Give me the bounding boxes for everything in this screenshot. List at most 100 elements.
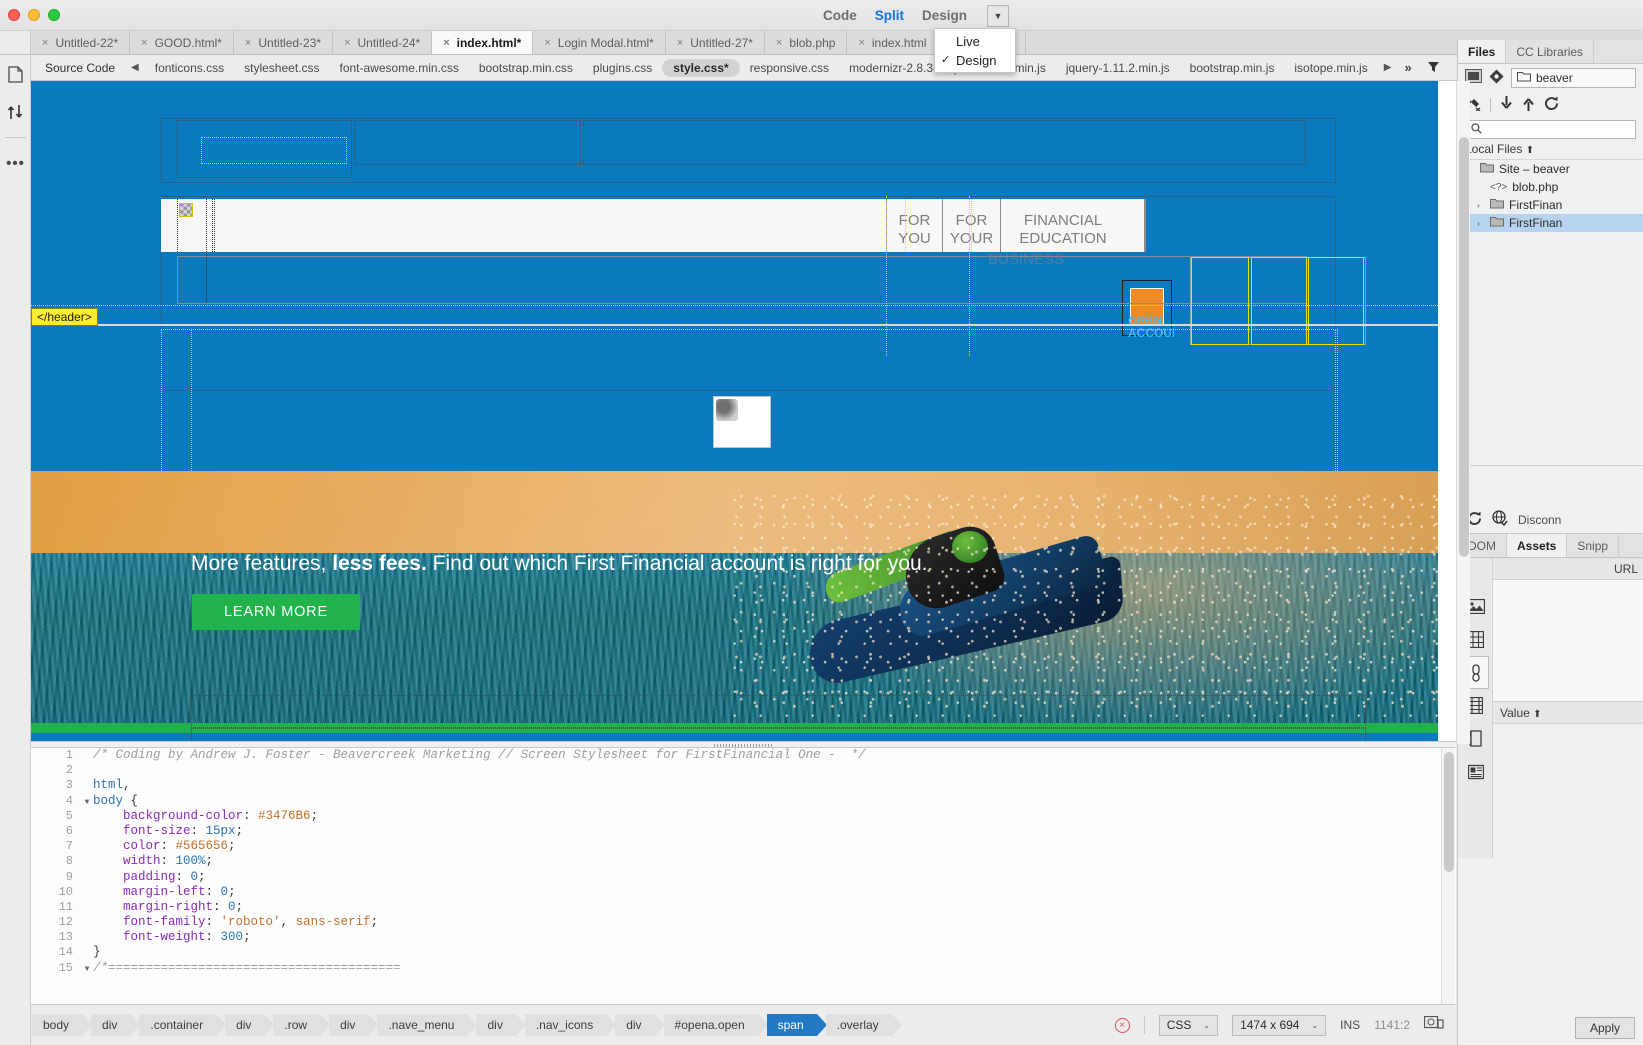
git-icon[interactable] bbox=[1489, 69, 1504, 87]
view-mode-dropdown-menu[interactable]: Live ✓ Design bbox=[934, 28, 1016, 73]
doc-tab-blob-php[interactable]: × blob.php bbox=[764, 31, 848, 54]
breadcrumb-item[interactable]: .nav_icons bbox=[524, 1014, 617, 1036]
document-type-select[interactable]: CSS ⌄ bbox=[1158, 1014, 1219, 1036]
view-mode-design[interactable]: Design bbox=[922, 8, 967, 23]
code-line[interactable]: 2 bbox=[31, 763, 1439, 778]
window-close-button[interactable] bbox=[8, 9, 20, 21]
view-mode-split[interactable]: Split bbox=[875, 8, 904, 23]
panel-tab-snippets[interactable]: Snipp bbox=[1567, 534, 1620, 557]
local-files-tree[interactable]: ⌄Site – beaver <?> blob.php › FirstFinan › Fir… bbox=[1458, 160, 1643, 232]
close-icon[interactable]: × bbox=[858, 37, 864, 49]
close-icon[interactable]: × bbox=[677, 37, 683, 49]
doc-tab-untitled-27[interactable]: × Untitled-27* bbox=[665, 31, 765, 54]
close-icon[interactable]: × bbox=[42, 37, 48, 49]
apply-button[interactable]: Apply bbox=[1574, 1017, 1635, 1039]
real-time-preview-icon[interactable] bbox=[1423, 1015, 1444, 1034]
code-line[interactable]: 11 margin-right: 0; bbox=[31, 900, 1439, 915]
design-view-canvas[interactable]: FOR YOU FOR YOUR FINANCIAL EDUCATION BUS… bbox=[31, 81, 1456, 744]
code-line[interactable]: 4 ▼ body { bbox=[31, 794, 1439, 809]
related-file-stylesheet-css[interactable]: stylesheet.css bbox=[234, 59, 329, 77]
related-file-bootstrap-min-js[interactable]: bootstrap.min.js bbox=[1180, 59, 1285, 77]
menu-item-design[interactable]: ✓ Design bbox=[935, 51, 1015, 70]
code-line[interactable]: 1 /* Coding by Andrew J. Foster - Beaverc… bbox=[31, 748, 1439, 763]
code-line[interactable]: 10 margin-left: 0; bbox=[31, 885, 1439, 900]
breadcrumb-item[interactable]: .row bbox=[273, 1014, 330, 1036]
doc-tab-untitled-23[interactable]: × Untitled-23* bbox=[233, 31, 334, 54]
window-size-select[interactable]: 1474 x 694 ⌄ bbox=[1232, 1014, 1327, 1036]
close-icon[interactable]: × bbox=[443, 37, 449, 49]
file-tree-row[interactable]: <?> blob.php bbox=[1458, 178, 1643, 196]
split-view-divider[interactable] bbox=[31, 741, 1456, 748]
chevron-left-icon[interactable]: ◀ bbox=[125, 62, 145, 73]
design-view-scrollbar[interactable] bbox=[1456, 81, 1470, 744]
code-line[interactable]: 6 font-size: 15px; bbox=[31, 824, 1439, 839]
code-line[interactable]: 9 padding: 0; bbox=[31, 870, 1439, 885]
files-search-box[interactable] bbox=[1465, 120, 1636, 139]
code-line[interactable]: 13 font-weight: 300; bbox=[31, 930, 1439, 945]
templates-asset-icon[interactable] bbox=[1458, 755, 1493, 788]
window-maximize-button[interactable] bbox=[48, 9, 60, 21]
breadcrumb-item[interactable]: span bbox=[766, 1014, 827, 1036]
nav-item-financial-education[interactable]: FINANCIAL EDUCATION bbox=[1000, 199, 1125, 252]
file-transfer-icon[interactable] bbox=[0, 93, 31, 131]
breadcrumb-item[interactable]: div bbox=[615, 1014, 665, 1036]
assets-value-header[interactable]: Value ⬆ bbox=[1493, 702, 1643, 724]
close-icon[interactable]: × bbox=[141, 37, 147, 49]
nav-item-for-you[interactable]: FOR YOU bbox=[886, 199, 942, 252]
doc-tab-untitled-22[interactable]: × Untitled-22* bbox=[31, 31, 131, 54]
more-options-icon[interactable]: ••• bbox=[0, 144, 31, 182]
chevron-down-icon[interactable]: ▼ bbox=[987, 4, 1009, 27]
menu-item-live[interactable]: Live bbox=[935, 32, 1015, 51]
header-close-tag-marker[interactable]: </header> bbox=[31, 308, 98, 326]
assets-list[interactable] bbox=[1493, 580, 1643, 702]
code-line[interactable]: 12 font-family: 'roboto', sans-serif; bbox=[31, 915, 1439, 930]
code-line[interactable]: 15 ▼/*===================================… bbox=[31, 961, 1439, 976]
file-tree-row[interactable]: › FirstFinan bbox=[1458, 196, 1643, 214]
code-lines[interactable]: 1 /* Coding by Andrew J. Foster - Beaverc… bbox=[31, 748, 1439, 1004]
breadcrumb-item[interactable]: div bbox=[476, 1014, 527, 1036]
put-files-icon[interactable] bbox=[1522, 96, 1535, 114]
related-file-isotope-min-js[interactable]: isotope.min.js bbox=[1284, 59, 1377, 77]
code-line[interactable]: 7 color: #565656; bbox=[31, 839, 1439, 854]
panel-tab-cc-libraries[interactable]: CC Libraries bbox=[1506, 40, 1595, 63]
related-file-responsive-css[interactable]: responsive.css bbox=[740, 59, 839, 77]
doc-tab-index-html[interactable]: × index.html bbox=[847, 31, 939, 54]
panel-tab-files[interactable]: Files bbox=[1458, 40, 1507, 63]
close-icon[interactable]: × bbox=[544, 37, 550, 49]
tree-twisty-icon[interactable]: › bbox=[1472, 201, 1485, 210]
logo-image-placeholder[interactable] bbox=[179, 203, 193, 217]
code-line[interactable]: 5 background-color: #3476B6; bbox=[31, 809, 1439, 824]
view-mode-code[interactable]: Code bbox=[823, 8, 857, 23]
rendered-page[interactable]: FOR YOU FOR YOUR FINANCIAL EDUCATION BUS… bbox=[31, 81, 1438, 744]
close-icon[interactable]: × bbox=[245, 37, 251, 49]
related-file-bootstrap-min-css[interactable]: bootstrap.min.css bbox=[469, 59, 583, 77]
related-file-style-css-selected[interactable]: style.css* bbox=[662, 58, 740, 77]
code-editor[interactable]: 1 /* Coding by Andrew J. Foster - Beaverc… bbox=[31, 748, 1456, 1004]
breadcrumb-item[interactable]: div bbox=[91, 1014, 141, 1036]
chevron-right-icon[interactable]: ▶ bbox=[1378, 62, 1398, 73]
code-fold-toggle[interactable]: ▼ bbox=[81, 795, 93, 810]
code-editor-scrollbar[interactable] bbox=[1441, 748, 1455, 1004]
error-indicator-icon[interactable]: × bbox=[1114, 1017, 1130, 1033]
breadcrumb-item[interactable]: .nave_menu bbox=[377, 1014, 478, 1036]
related-files-overflow-icon[interactable]: » bbox=[1397, 60, 1418, 75]
assets-url-column-header[interactable]: URL bbox=[1493, 558, 1643, 580]
breadcrumb-item[interactable]: #opena.open bbox=[663, 1014, 768, 1036]
breadcrumb-item[interactable]: div bbox=[225, 1014, 275, 1036]
related-file-font-awesome-min-css[interactable]: font-awesome.min.css bbox=[330, 59, 469, 77]
breadcrumb-item[interactable]: .overlay bbox=[825, 1014, 902, 1036]
learn-more-button[interactable]: LEARN MORE bbox=[192, 594, 360, 630]
window-minimize-button[interactable] bbox=[28, 9, 40, 21]
related-file-source-code[interactable]: Source Code bbox=[31, 59, 125, 77]
breadcrumb-item[interactable]: body bbox=[32, 1014, 93, 1036]
code-editor-scroll-thumb[interactable] bbox=[1444, 752, 1454, 872]
filter-icon[interactable] bbox=[1419, 60, 1448, 76]
globe-icon[interactable] bbox=[1492, 510, 1508, 529]
get-files-icon[interactable] bbox=[1500, 96, 1513, 114]
close-icon[interactable]: × bbox=[344, 37, 350, 49]
tree-twisty-icon[interactable]: › bbox=[1472, 219, 1485, 228]
doc-tab-good-html[interactable]: × GOOD.html* bbox=[130, 31, 234, 54]
insert-panel-icon[interactable] bbox=[0, 55, 31, 93]
code-fold-toggle[interactable]: ▼ bbox=[81, 962, 93, 977]
breadcrumb-item[interactable]: .container bbox=[139, 1014, 226, 1036]
